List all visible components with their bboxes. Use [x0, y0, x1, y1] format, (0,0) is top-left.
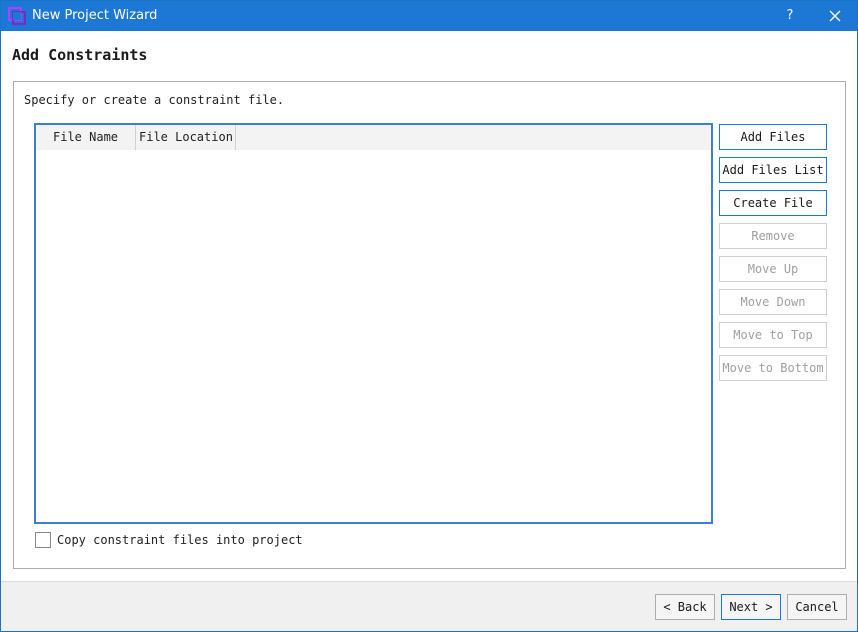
- table-header: File Name File Location: [36, 125, 711, 150]
- copy-constraints-label[interactable]: Copy constraint files into project: [57, 533, 303, 547]
- add-files-list-button[interactable]: Add Files List: [719, 157, 827, 183]
- title-bar[interactable]: New Project Wizard ?: [1, 1, 857, 31]
- move-up-button[interactable]: Move Up: [719, 256, 827, 282]
- page-description: Specify or create a constraint file.: [24, 93, 285, 107]
- remove-button[interactable]: Remove: [719, 223, 827, 249]
- next-button[interactable]: Next >: [721, 594, 781, 620]
- page-title: Add Constraints: [12, 46, 148, 64]
- window-title: New Project Wizard: [32, 8, 158, 23]
- move-to-bottom-button[interactable]: Move to Bottom: [719, 355, 827, 381]
- cancel-button[interactable]: Cancel: [787, 594, 847, 620]
- create-file-button[interactable]: Create File: [719, 190, 827, 216]
- copy-constraints-checkbox[interactable]: [35, 532, 51, 548]
- column-header-file-name[interactable]: File Name: [36, 125, 136, 150]
- constraint-file-table[interactable]: File Name File Location: [34, 123, 713, 524]
- help-button[interactable]: ?: [777, 1, 803, 31]
- add-files-button[interactable]: Add Files: [719, 124, 827, 150]
- move-to-top-button[interactable]: Move to Top: [719, 322, 827, 348]
- wizard-window: New Project Wizard ? Add Constraints Spe…: [0, 0, 858, 632]
- column-header-file-location[interactable]: File Location: [136, 125, 236, 150]
- move-down-button[interactable]: Move Down: [719, 289, 827, 315]
- close-icon: [829, 10, 841, 22]
- footer-divider: [1, 581, 857, 582]
- back-button[interactable]: < Back: [655, 594, 715, 620]
- wizard-body: Add Constraints Specify or create a cons…: [1, 31, 857, 581]
- content-panel: Specify or create a constraint file. Fil…: [13, 81, 846, 569]
- vivado-logo-icon: [8, 7, 26, 25]
- close-button[interactable]: [821, 1, 849, 31]
